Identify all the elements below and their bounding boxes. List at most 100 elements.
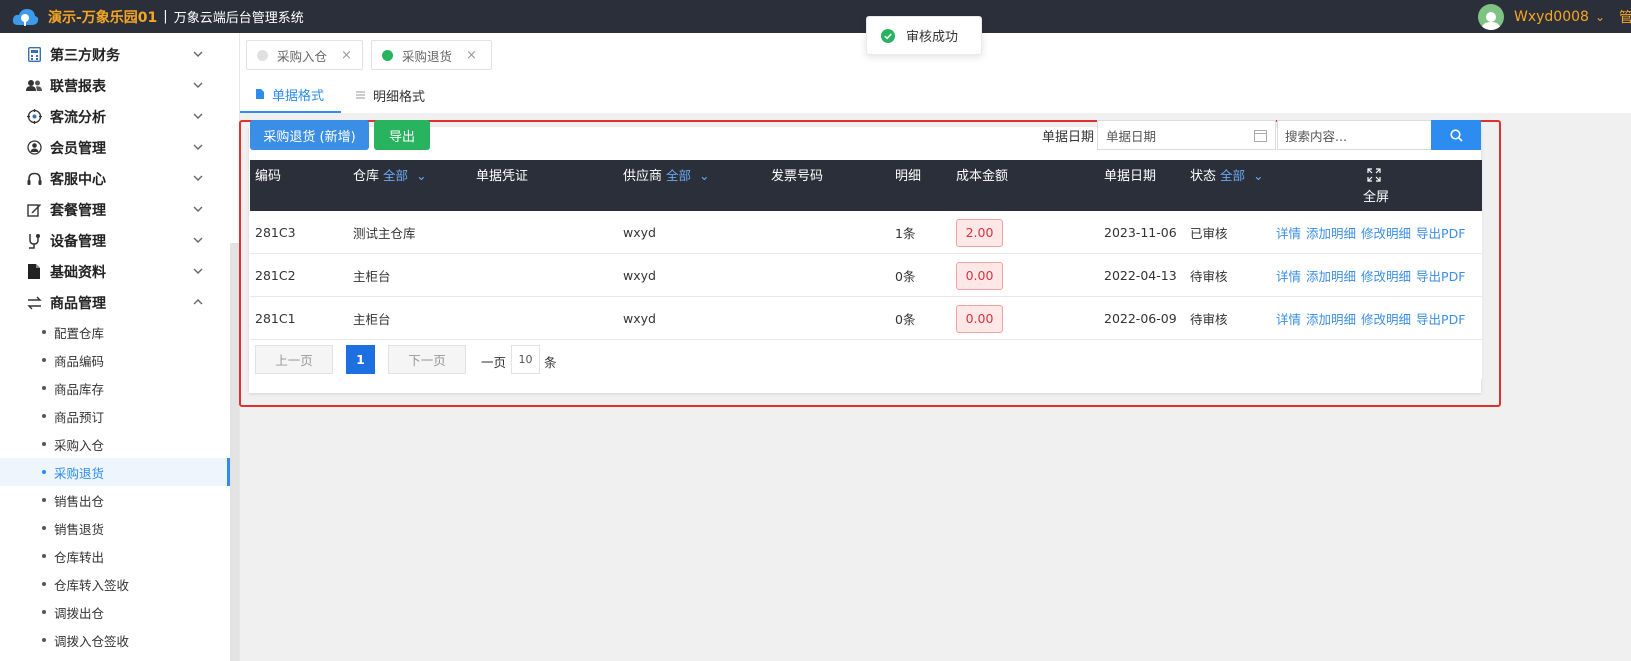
edit-icon [26, 202, 42, 218]
cell-cost: 0.00 [956, 254, 1003, 297]
sidebar-item-goods-booking[interactable]: 商品预订 [0, 402, 239, 430]
cell-detail: 1条 [895, 226, 916, 241]
cell-supplier: wxyd [623, 268, 656, 283]
add-detail-link[interactable]: 添加明细 [1306, 266, 1356, 285]
sidebar-item-purchase-return[interactable]: 采购退货 [0, 458, 239, 486]
sidebar-group-label: 设备管理 [50, 233, 106, 250]
sidebar-group-service[interactable]: 客服中心 [0, 163, 239, 194]
edit-detail-link[interactable]: 修改明细 [1361, 266, 1411, 285]
chevron-down-icon[interactable]: ⌄ [1253, 168, 1263, 183]
sidebar-group-members[interactable]: 会员管理 [0, 132, 239, 163]
prev-page-button[interactable]: 上一页 [255, 345, 333, 374]
document-icon [256, 89, 264, 99]
detail-link[interactable]: 详情 [1276, 223, 1301, 242]
th-warehouse: 仓库 全部 ⌄ [353, 168, 427, 184]
cell-code: 281C1 [255, 311, 296, 326]
th-status: 状态 全部 ⌄ [1190, 168, 1264, 184]
sidebar-group-joint-report[interactable]: 联营报表 [0, 70, 239, 101]
sidebar-group-label: 客流分析 [50, 109, 106, 126]
sidebar-item-goods-code[interactable]: 商品编码 [0, 346, 239, 374]
close-icon[interactable]: × [341, 48, 352, 63]
cost-badge: 0.00 [956, 304, 1003, 333]
table-row: 281C2 主柜台 wxyd 0条 0.00 2022-04-13 待审核 详情… [250, 254, 1482, 297]
next-page-button[interactable]: 下一页 [388, 345, 466, 374]
chevron-down-icon[interactable]: ⌄ [699, 168, 709, 183]
sidebar-item-transfer-out[interactable]: 调拨出仓 [0, 598, 239, 626]
chevron-down-icon[interactable]: ⌄ [416, 168, 426, 183]
pagination: 上一页 1 下一页 一页 10 条 [250, 340, 1482, 379]
search-button[interactable] [1431, 120, 1481, 150]
sidebar-item-warehouse-out[interactable]: 仓库转出 [0, 542, 239, 570]
system-name: 万象云端后台管理系统 [173, 11, 304, 26]
tab-document-format[interactable]: 单据格式 [240, 77, 341, 113]
chevron-down-icon [193, 51, 203, 57]
close-icon[interactable]: × [466, 48, 477, 63]
member-icon [26, 140, 42, 156]
warehouse-filter[interactable]: 全部 [383, 168, 408, 183]
add-detail-link[interactable]: 添加明细 [1306, 309, 1356, 328]
sidebar-item-transfer-in-sign[interactable]: 调拨入仓签收 [0, 626, 239, 654]
page-1-button[interactable]: 1 [346, 345, 375, 374]
sidebar-item-goods-stock[interactable]: 商品库存 [0, 374, 239, 402]
cost-badge: 2.00 [956, 218, 1003, 247]
tab-purchase-in[interactable]: 采购入仓 × [246, 40, 363, 70]
user-menu[interactable]: Wxyd0008 ⌄ 管 [1478, 0, 1631, 33]
date-filter-label: 单据日期 [1042, 130, 1095, 145]
date-input[interactable]: 单据日期 [1097, 120, 1276, 150]
admin-label[interactable]: 管 [1619, 7, 1631, 27]
cell-warehouse: 测试主仓库 [353, 226, 416, 241]
fullscreen-button[interactable]: 全屏 [1363, 168, 1389, 205]
edit-detail-link[interactable]: 修改明细 [1361, 223, 1411, 242]
detail-link[interactable]: 详情 [1276, 309, 1301, 328]
add-detail-link[interactable]: 添加明细 [1306, 223, 1356, 242]
chevron-down-icon[interactable]: ⌄ [1595, 10, 1605, 24]
sidebar-group-devices[interactable]: 设备管理 [0, 225, 239, 256]
page-size-input[interactable]: 10 [511, 345, 540, 374]
add-purchase-return-button[interactable]: 采购退货 (新增) [250, 120, 369, 150]
cell-detail: 0条 [895, 312, 916, 327]
sidebar-item-sales-return[interactable]: 销售退货 [0, 514, 239, 542]
edit-detail-link[interactable]: 修改明细 [1361, 309, 1411, 328]
chevron-down-icon [193, 206, 203, 212]
export-button[interactable]: 导出 [374, 120, 430, 150]
avatar[interactable] [1478, 3, 1504, 30]
th-invoice: 发票号码 [771, 169, 824, 184]
status-badge: 待审核 [1190, 312, 1228, 327]
cloud-logo-icon [10, 5, 40, 29]
sidebar-scrollbar[interactable] [230, 243, 239, 661]
chevron-down-icon [193, 82, 203, 88]
sidebar-group-goods[interactable]: 商品管理 [0, 287, 239, 318]
tab-purchase-return[interactable]: 采购退货 × [371, 40, 492, 70]
tab-detail-format[interactable]: 明细格式 [356, 77, 425, 113]
list-icon [356, 91, 365, 99]
detail-link[interactable]: 详情 [1276, 266, 1301, 285]
th-code: 编码 [255, 169, 282, 184]
export-pdf-link[interactable]: 导出PDF [1416, 309, 1465, 328]
top-bar: 演示-万象乐园01 | 万象云端后台管理系统 Wxyd0008 ⌄ 管 [0, 0, 1631, 33]
cell-date: 2022-04-13 [1104, 268, 1177, 283]
search-input[interactable]: 搜索内容... [1277, 120, 1432, 150]
calendar-icon [1254, 130, 1267, 142]
cell-supplier: wxyd [623, 311, 656, 326]
export-pdf-link[interactable]: 导出PDF [1416, 223, 1465, 242]
sidebar-group-finance[interactable]: 第三方财务 [0, 39, 239, 70]
chevron-down-icon [193, 144, 203, 150]
check-circle-icon [881, 28, 895, 43]
sidebar: 第三方财务 联营报表 客流分析 会员管理 客服中心 套餐管理 设备管理 基础资料 [0, 33, 240, 661]
sidebar-group-label: 客服中心 [50, 171, 106, 188]
sidebar-item-config-warehouse[interactable]: 配置仓库 [0, 318, 239, 346]
search-icon [1449, 128, 1463, 142]
status-filter[interactable]: 全部 [1220, 168, 1245, 183]
th-voucher: 单据凭证 [476, 169, 529, 184]
username[interactable]: Wxyd0008 [1514, 9, 1589, 25]
export-pdf-link[interactable]: 导出PDF [1416, 266, 1465, 285]
sidebar-group-basic-data[interactable]: 基础资料 [0, 256, 239, 287]
sidebar-item-warehouse-in-sign[interactable]: 仓库转入签收 [0, 570, 239, 598]
sidebar-item-purchase-in[interactable]: 采购入仓 [0, 430, 239, 458]
sidebar-item-sales-out[interactable]: 销售出仓 [0, 486, 239, 514]
supplier-filter[interactable]: 全部 [666, 168, 691, 183]
sidebar-group-traffic[interactable]: 客流分析 [0, 101, 239, 132]
th-date: 单据日期 [1104, 169, 1157, 184]
sidebar-group-packages[interactable]: 套餐管理 [0, 194, 239, 225]
cell-warehouse: 主柜台 [353, 269, 391, 284]
